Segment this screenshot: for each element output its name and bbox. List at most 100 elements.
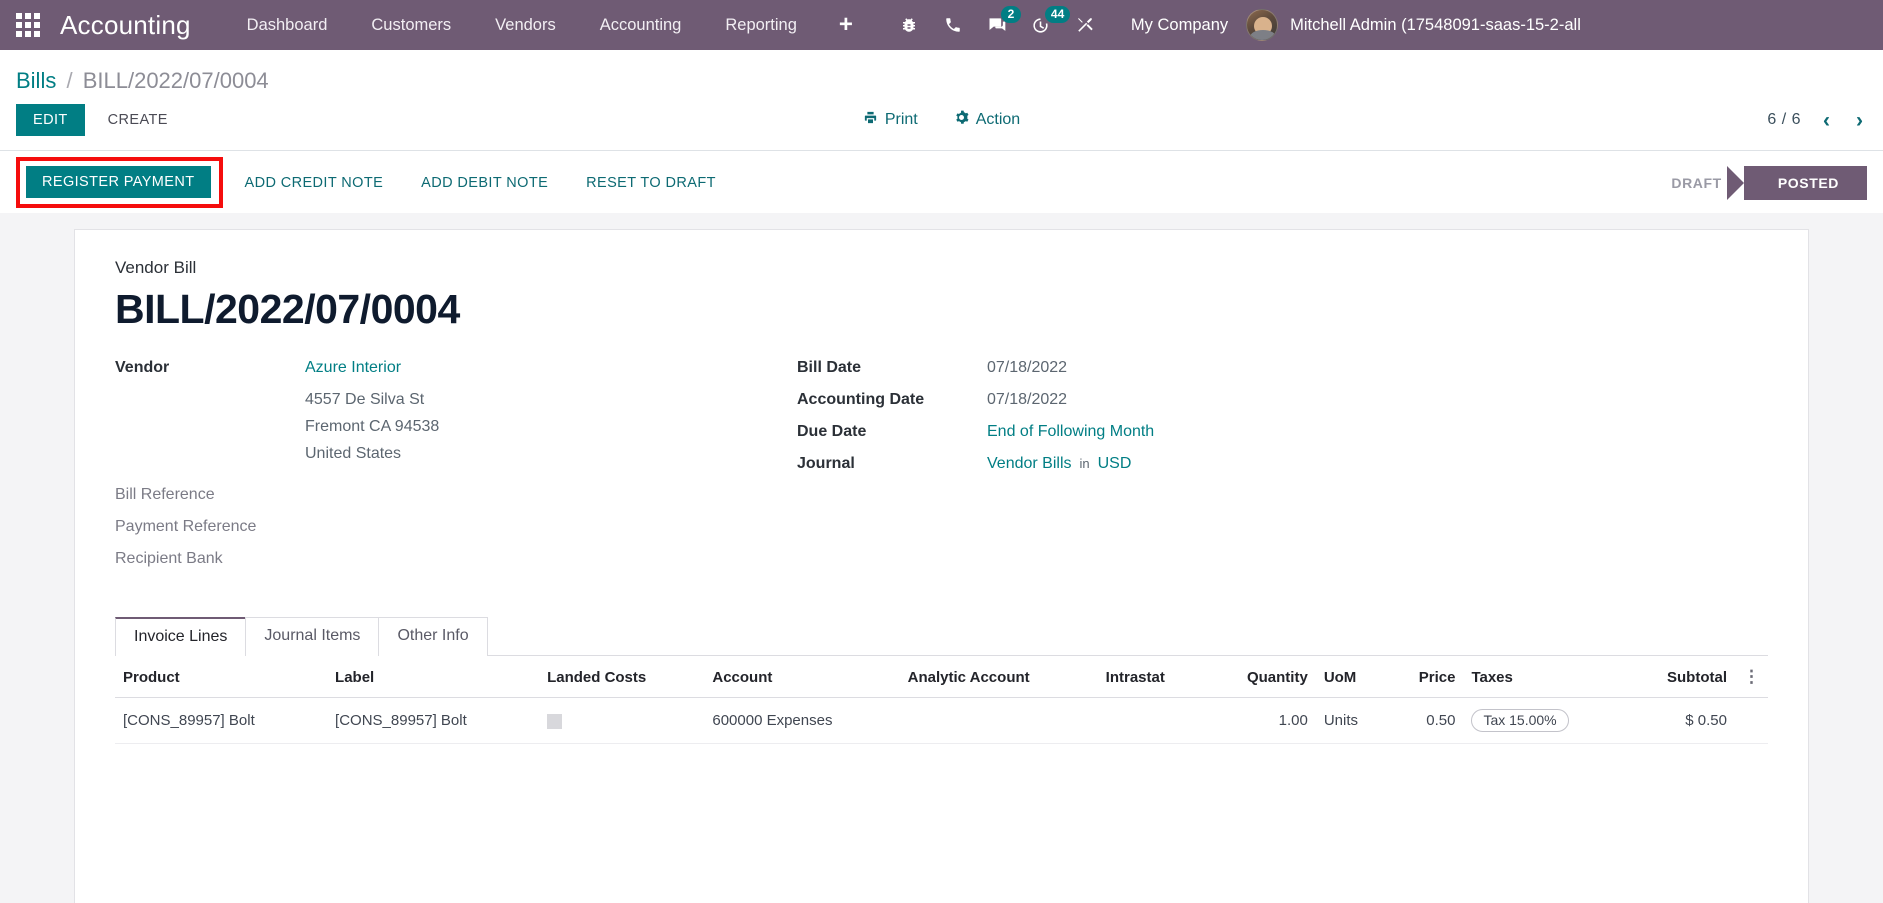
- field-currency-value[interactable]: USD: [1098, 455, 1132, 473]
- field-due-date-label: Due Date: [797, 423, 867, 440]
- action-label: Action: [975, 111, 1021, 128]
- cell-price[interactable]: 0.50: [1387, 697, 1464, 744]
- page-title: BILL/2022/07/0004: [115, 286, 460, 332]
- print-label: Print: [884, 111, 918, 128]
- field-vendor: Vendor Azure Interior: [115, 359, 775, 377]
- apps-menu-button[interactable]: [0, 0, 56, 50]
- vendor-address-line-3: United States: [305, 445, 402, 462]
- form-sheet: Vendor Bill BILL/2022/07/0004 Vendor Azu…: [74, 229, 1809, 903]
- field-payment-reference: Payment Reference: [115, 518, 775, 536]
- register-payment-highlight: REGISTER PAYMENT: [16, 157, 223, 208]
- form-left-column: Vendor Azure Interior 4557 De Silva St F…: [115, 359, 775, 582]
- field-bill-date: Bill Date 07/18/2022: [797, 359, 1768, 377]
- username-label: Mitchell Admin (17548091-saas-15-2-all: [1290, 15, 1581, 34]
- form-right-column: Bill Date 07/18/2022 Accounting Date 07/…: [775, 359, 1768, 582]
- cell-taxes[interactable]: Tax 15.00%: [1463, 697, 1626, 744]
- field-bill-reference-label: Bill Reference: [115, 486, 215, 503]
- create-button[interactable]: CREATE: [91, 104, 185, 136]
- field-due-date: Due Date End of Following Month: [797, 423, 1768, 441]
- field-bill-date-value[interactable]: 07/18/2022: [987, 359, 1067, 377]
- col-label[interactable]: Label: [327, 656, 540, 698]
- control-panel-buttons: EDIT CREATE Print Action 6 / 6 ‹ ›: [16, 104, 1867, 150]
- register-payment-button[interactable]: REGISTER PAYMENT: [26, 166, 211, 198]
- pager-previous-button[interactable]: ‹: [1819, 110, 1834, 131]
- messages-badge: 2: [1000, 6, 1021, 24]
- col-quantity[interactable]: Quantity: [1205, 656, 1316, 698]
- col-landed-costs[interactable]: Landed Costs: [539, 656, 705, 698]
- breadcrumb: Bills / BILL/2022/07/0004: [16, 50, 1867, 104]
- cell-label[interactable]: [CONS_89957] Bolt: [327, 697, 540, 744]
- print-dropdown[interactable]: Print: [863, 110, 918, 130]
- nav-item-customers[interactable]: Customers: [349, 0, 473, 50]
- cell-product[interactable]: [CONS_89957] Bolt: [115, 697, 328, 744]
- status-pill-posted[interactable]: POSTED: [1726, 165, 1867, 200]
- status-bar: REGISTER PAYMENT ADD CREDIT NOTE ADD DEB…: [0, 150, 1883, 213]
- action-dropdown[interactable]: Action: [954, 110, 1020, 130]
- form-columns: Vendor Azure Interior 4557 De Silva St F…: [115, 359, 1768, 582]
- field-vendor-value[interactable]: Azure Interior: [305, 359, 401, 377]
- col-intrastat[interactable]: Intrastat: [1097, 656, 1206, 698]
- app-brand-accounting[interactable]: Accounting: [56, 10, 225, 41]
- col-product[interactable]: Product: [115, 656, 328, 698]
- pager: 6 / 6 ‹ ›: [1767, 110, 1867, 131]
- invoice-lines-table: Product Label Landed Costs Account Analy…: [115, 656, 1768, 744]
- nav-item-accounting[interactable]: Accounting: [578, 0, 704, 50]
- vendor-address-block: 4557 De Silva St Fremont CA 94538 United…: [115, 391, 775, 472]
- cell-row-options[interactable]: [1735, 697, 1768, 744]
- cell-analytic-account[interactable]: [899, 697, 1098, 744]
- landed-costs-checkbox[interactable]: [547, 713, 563, 729]
- cell-account[interactable]: 600000 Expenses: [704, 697, 900, 744]
- field-recipient-bank: Recipient Bank: [115, 550, 775, 568]
- wrench-icon[interactable]: [1063, 0, 1107, 50]
- messages-icon[interactable]: 2: [975, 0, 1021, 50]
- col-price[interactable]: Price: [1387, 656, 1464, 698]
- vertical-dots-icon: ⋮: [1743, 667, 1760, 686]
- field-journal-label: Journal: [797, 455, 855, 472]
- breadcrumb-separator: /: [66, 68, 73, 93]
- add-debit-note-button[interactable]: ADD DEBIT NOTE: [405, 167, 564, 199]
- field-due-date-value[interactable]: End of Following Month: [987, 423, 1154, 441]
- cell-uom[interactable]: Units: [1315, 697, 1388, 744]
- cell-quantity[interactable]: 1.00: [1205, 697, 1316, 744]
- gear-icon: [954, 110, 969, 130]
- edit-button[interactable]: EDIT: [16, 104, 85, 136]
- optional-columns-toggle[interactable]: ⋮: [1735, 656, 1768, 698]
- col-uom[interactable]: UoM: [1315, 656, 1388, 698]
- tab-journal-items[interactable]: Journal Items: [245, 617, 380, 656]
- tab-invoice-lines[interactable]: Invoice Lines: [115, 617, 247, 657]
- reset-to-draft-button[interactable]: RESET TO DRAFT: [570, 167, 732, 199]
- bug-icon[interactable]: [887, 0, 931, 50]
- field-accounting-date: Accounting Date 07/18/2022: [797, 391, 1768, 409]
- col-account[interactable]: Account: [704, 656, 900, 698]
- user-menu[interactable]: Mitchell Admin (17548091-saas-15-2-all: [1246, 9, 1587, 41]
- cell-landed-costs[interactable]: [539, 697, 705, 744]
- nav-item-dashboard[interactable]: Dashboard: [225, 0, 350, 50]
- cell-intrastat[interactable]: [1097, 697, 1206, 744]
- field-vendor-label: Vendor: [115, 359, 170, 376]
- status-pills: DRAFT POSTED: [1649, 165, 1867, 200]
- nav-item-vendors[interactable]: Vendors: [473, 0, 578, 50]
- table-row[interactable]: [CONS_89957] Bolt [CONS_89957] Bolt 6000…: [115, 697, 1768, 744]
- grid-apps-icon: [16, 13, 40, 37]
- sheet-background: Vendor Bill BILL/2022/07/0004 Vendor Azu…: [0, 213, 1883, 903]
- tab-other-info[interactable]: Other Info: [378, 617, 488, 656]
- phone-icon[interactable]: [931, 0, 975, 50]
- pager-value: 6 / 6: [1767, 111, 1801, 128]
- col-subtotal[interactable]: Subtotal: [1625, 656, 1735, 698]
- activity-clock-icon[interactable]: 44: [1019, 0, 1071, 50]
- document-type-label: Vendor Bill: [115, 258, 197, 277]
- new-record-plus-button[interactable]: +: [819, 0, 873, 50]
- add-credit-note-button[interactable]: ADD CREDIT NOTE: [229, 167, 400, 199]
- nav-item-reporting[interactable]: Reporting: [703, 0, 819, 50]
- cell-subtotal: $ 0.50: [1625, 697, 1735, 744]
- pager-next-button[interactable]: ›: [1852, 110, 1867, 131]
- control-panel: Bills / BILL/2022/07/0004 EDIT CREATE Pr…: [0, 50, 1883, 150]
- field-accounting-date-value[interactable]: 07/18/2022: [987, 391, 1067, 409]
- breadcrumb-item-bills[interactable]: Bills: [16, 68, 56, 93]
- company-switcher[interactable]: My Company: [1107, 0, 1246, 50]
- col-analytic-account[interactable]: Analytic Account: [899, 656, 1098, 698]
- control-panel-dropdowns: Print Action: [16, 110, 1867, 130]
- journal-in-text: in: [1079, 456, 1090, 471]
- field-journal-value[interactable]: Vendor Bills: [987, 455, 1072, 473]
- col-taxes[interactable]: Taxes: [1463, 656, 1626, 698]
